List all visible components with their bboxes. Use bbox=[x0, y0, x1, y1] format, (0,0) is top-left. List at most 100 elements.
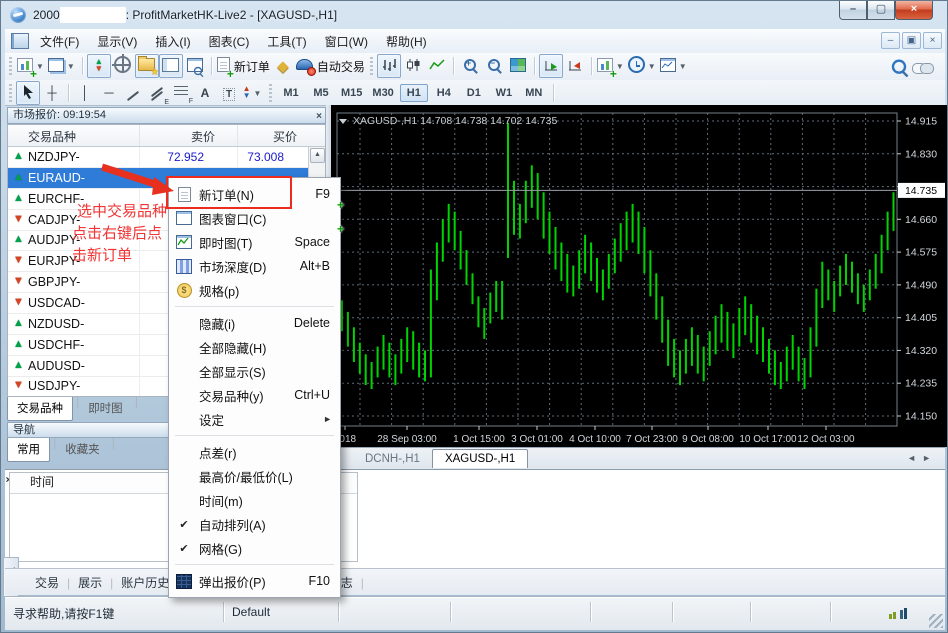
context-menu-item[interactable]: 全部显示(S) bbox=[169, 359, 340, 383]
vertical-line-button[interactable]: │ bbox=[73, 81, 97, 105]
timeframe-button-w1[interactable]: W1 bbox=[490, 84, 518, 102]
profiles-button[interactable]: ▼ bbox=[47, 54, 78, 78]
context-menu-item[interactable]: 隐藏(i)Delete bbox=[169, 311, 340, 335]
text-label-button[interactable]: T bbox=[217, 81, 241, 105]
timeframe-button-m1[interactable]: M1 bbox=[277, 84, 305, 102]
menubar-item[interactable]: 显示(V) bbox=[88, 29, 146, 54]
market-watch-header-row[interactable]: 交易品种 卖价 买价 bbox=[8, 125, 325, 147]
indicators-button[interactable]: +▼ bbox=[596, 54, 627, 78]
chevron-down-icon[interactable]: ▼ bbox=[648, 62, 656, 71]
horizontal-line-button[interactable]: ─ bbox=[97, 81, 121, 105]
metaeditor-button[interactable]: ◆ bbox=[271, 54, 295, 78]
timeframe-button-m15[interactable]: M15 bbox=[337, 84, 366, 102]
column-header-buy[interactable]: 买价 bbox=[273, 128, 297, 145]
menubar-item[interactable]: 图表(C) bbox=[200, 29, 259, 54]
close-button[interactable]: × bbox=[895, 1, 933, 20]
timeframe-button-m5[interactable]: M5 bbox=[307, 84, 335, 102]
timeframe-button-h4[interactable]: H4 bbox=[430, 84, 458, 102]
minimize-button[interactable]: – bbox=[839, 1, 867, 20]
child-restore-button[interactable]: ▣ bbox=[902, 32, 921, 49]
maximize-button[interactable]: ▢ bbox=[867, 1, 895, 20]
price-chart[interactable]: 14.91514.83014.74514.66014.57514.49014.4… bbox=[331, 105, 948, 447]
context-menu-item[interactable]: 全部隐藏(H) bbox=[169, 335, 340, 359]
cursor-button[interactable] bbox=[16, 81, 40, 105]
candlestick-button[interactable] bbox=[401, 54, 425, 78]
market-watch-button[interactable]: ▲▼ bbox=[87, 54, 111, 78]
context-menu-item[interactable]: 市场深度(D)Alt+B bbox=[169, 254, 340, 278]
crosshair-button[interactable]: ┼ bbox=[40, 81, 64, 105]
strategy-tester-button[interactable] bbox=[183, 54, 207, 78]
menubar-item[interactable]: 插入(I) bbox=[146, 29, 199, 54]
chevron-down-icon[interactable]: ▼ bbox=[679, 62, 687, 71]
child-window-icon[interactable] bbox=[11, 33, 29, 49]
equidistant-channel-button[interactable]: E bbox=[145, 81, 169, 105]
market-watch-tab[interactable]: 即时图 bbox=[79, 397, 132, 420]
terminal-tab[interactable]: 交易 bbox=[27, 569, 67, 597]
context-menu-item[interactable]: 即时图(T)Space bbox=[169, 230, 340, 254]
context-menu-item[interactable]: 弹出报价(P)F10 bbox=[169, 569, 340, 593]
navigator-tab[interactable]: 收藏夹 bbox=[56, 438, 109, 461]
menubar-item[interactable]: 工具(T) bbox=[258, 29, 315, 54]
child-close-button[interactable]: × bbox=[923, 32, 942, 49]
column-header-sell[interactable]: 卖价 bbox=[191, 128, 215, 145]
toolbar-separator bbox=[591, 57, 592, 75]
text-button[interactable]: A bbox=[193, 81, 217, 105]
fibonacci-button[interactable]: F bbox=[169, 81, 193, 105]
new-chart-button[interactable]: +▼ bbox=[16, 54, 47, 78]
search-button[interactable] bbox=[887, 56, 911, 80]
chart-tab[interactable]: DCNH-,H1 bbox=[353, 450, 432, 468]
autotrading-button[interactable]: 自动交易 bbox=[295, 54, 366, 78]
zoom-out-button[interactable]: − bbox=[482, 54, 506, 78]
timeframe-button-m30[interactable]: M30 bbox=[368, 84, 397, 102]
data-window-button[interactable] bbox=[111, 54, 135, 78]
child-minimize-button[interactable]: – bbox=[881, 32, 900, 49]
chat-button[interactable] bbox=[911, 56, 935, 80]
resize-grip[interactable] bbox=[929, 614, 943, 628]
context-menu-item[interactable]: ✔网格(G) bbox=[169, 536, 340, 560]
new-order-button[interactable]: +新订单 bbox=[216, 54, 271, 78]
market-watch-close-icon[interactable]: × bbox=[316, 109, 322, 124]
context-menu-item[interactable]: +图表窗口(C) bbox=[169, 206, 340, 230]
context-menu-item[interactable]: $规格(p) bbox=[169, 278, 340, 302]
market-watch-tab[interactable]: 交易品种 bbox=[7, 397, 73, 421]
timeframe-button-h1[interactable]: H1 bbox=[400, 84, 428, 102]
scroll-up-icon[interactable]: ▲ bbox=[310, 148, 325, 163]
context-menu-item[interactable]: 设定► bbox=[169, 407, 340, 431]
chevron-down-icon[interactable]: ▼ bbox=[254, 89, 262, 98]
templates-button[interactable]: ▼ bbox=[659, 54, 690, 78]
menubar-item[interactable]: 窗口(W) bbox=[316, 29, 377, 54]
chevron-down-icon[interactable]: ▼ bbox=[36, 62, 44, 71]
chart-shift-button[interactable] bbox=[563, 54, 587, 78]
terminal-tab[interactable]: 展示 bbox=[70, 569, 110, 597]
status-profile[interactable]: Default bbox=[232, 605, 270, 619]
terminal-button[interactable] bbox=[159, 54, 183, 78]
chart-tab-scroll-icons[interactable]: ◄► bbox=[907, 453, 937, 463]
arrows-button[interactable]: ▲▼▼ bbox=[241, 81, 265, 105]
chart-tab[interactable]: XAGUSD-,H1 bbox=[432, 449, 528, 468]
context-menu-item[interactable]: 点差(r) bbox=[169, 440, 340, 464]
trendline-button[interactable] bbox=[121, 81, 145, 105]
context-menu-item[interactable]: ✔自动排列(A) bbox=[169, 512, 340, 536]
zoom-in-button[interactable]: + bbox=[458, 54, 482, 78]
context-menu-item[interactable]: 时间(m) bbox=[169, 488, 340, 512]
context-menu-item[interactable]: 最高价/最低价(L) bbox=[169, 464, 340, 488]
auto-scroll-button[interactable] bbox=[539, 54, 563, 78]
chart-canvas[interactable]: 14.91514.83014.74514.66014.57514.49014.4… bbox=[331, 105, 948, 447]
chevron-down-icon[interactable]: ▼ bbox=[67, 62, 75, 71]
line-chart-button[interactable] bbox=[425, 54, 449, 78]
menubar-item[interactable]: 帮助(H) bbox=[377, 29, 436, 54]
menubar-item[interactable]: 文件(F) bbox=[31, 29, 88, 54]
context-menu-item[interactable]: 交易品种(y)Ctrl+U bbox=[169, 383, 340, 407]
timeframe-button-d1[interactable]: D1 bbox=[460, 84, 488, 102]
market-watch-caption[interactable]: 市场报价: 09:19:54 × bbox=[7, 107, 326, 124]
navigator-button[interactable]: ★ bbox=[135, 54, 159, 78]
periods-button[interactable]: ▼ bbox=[627, 54, 659, 78]
timeframe-button-mn[interactable]: MN bbox=[520, 84, 548, 102]
toolbar-grip[interactable] bbox=[370, 57, 373, 75]
chevron-down-icon[interactable]: ▼ bbox=[616, 62, 624, 71]
bar-chart-button[interactable] bbox=[377, 54, 401, 78]
up-arrow-icon: ▲ bbox=[13, 150, 24, 162]
navigator-tab[interactable]: 常用 bbox=[7, 438, 50, 462]
column-header-symbol[interactable]: 交易品种 bbox=[28, 128, 76, 145]
tile-windows-button[interactable] bbox=[506, 54, 530, 78]
